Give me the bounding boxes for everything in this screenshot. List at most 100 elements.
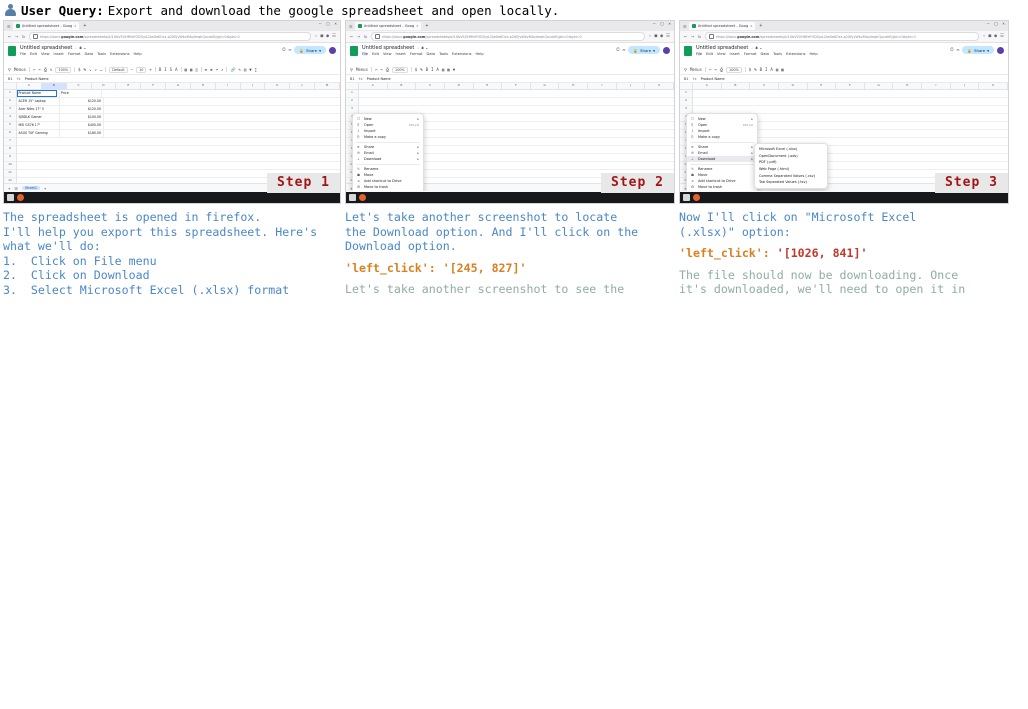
- clock-history-icon[interactable]: ⏱: [616, 47, 620, 53]
- cell-blank[interactable]: [693, 98, 1008, 105]
- redo-icon[interactable]: ↷: [38, 67, 40, 72]
- cell-blank[interactable]: [102, 90, 340, 97]
- row-header[interactable]: 2: [346, 98, 358, 106]
- cell[interactable]: $120.00: [60, 106, 104, 113]
- comment-icon[interactable]: ✉: [623, 48, 626, 53]
- avatar[interactable]: [663, 46, 670, 54]
- zoom-level[interactable]: 100%: [55, 66, 72, 73]
- tab-list-icon[interactable]: ☰: [349, 24, 353, 29]
- bookmark-icon[interactable]: ☆: [649, 34, 652, 39]
- menu-edit[interactable]: Edit: [372, 52, 379, 56]
- italic-icon[interactable]: I: [164, 67, 166, 72]
- cell[interactable]: Acer Nitro 17" 5: [17, 106, 60, 113]
- redo-icon[interactable]: ↷: [714, 67, 716, 72]
- menu-insert[interactable]: Insert: [396, 52, 406, 56]
- close-window-icon[interactable]: ×: [1002, 22, 1005, 27]
- minimize-icon[interactable]: –: [653, 22, 656, 27]
- file-menu-item-download[interactable]: ⇣ Download ▸: [353, 156, 423, 162]
- menu-tools[interactable]: Tools: [773, 52, 782, 56]
- decimal-decrease-icon[interactable]: ↘: [89, 67, 91, 72]
- reload-icon[interactable]: ↻: [698, 34, 701, 40]
- menu-view[interactable]: View: [717, 52, 726, 56]
- row-header[interactable]: 1: [346, 90, 358, 98]
- name-box[interactable]: B1: [8, 77, 12, 81]
- column-header-a[interactable]: A: [693, 83, 722, 89]
- firefox-icon[interactable]: [17, 194, 24, 201]
- document-title[interactable]: Untitled spreadsheet: [20, 45, 72, 51]
- all-sheets-icon[interactable]: ☰: [14, 186, 18, 191]
- zoom-level[interactable]: 100%: [726, 66, 742, 73]
- menu-icon[interactable]: ☰: [332, 34, 336, 39]
- row-header[interactable]: 1: [680, 90, 692, 98]
- bold-icon[interactable]: B: [760, 67, 762, 72]
- reload-icon[interactable]: ↻: [22, 34, 25, 40]
- firefox-icon[interactable]: [359, 194, 366, 201]
- column-header-g[interactable]: G: [865, 83, 894, 89]
- file-menu-item-move-to-trash[interactable]: ♻ Move to trash: [687, 184, 757, 190]
- column-header-c[interactable]: C: [750, 83, 779, 89]
- menu-view[interactable]: View: [41, 52, 50, 56]
- menu-insert[interactable]: Insert: [54, 52, 64, 56]
- new-tab-icon[interactable]: +: [83, 23, 86, 29]
- new-tab-icon[interactable]: +: [759, 23, 762, 29]
- name-box[interactable]: B1: [350, 77, 354, 81]
- row-header[interactable]: 4: [4, 114, 16, 122]
- menu-format[interactable]: Format: [744, 52, 757, 56]
- print-icon[interactable]: ⎙: [44, 67, 47, 72]
- maximize-icon[interactable]: □: [327, 22, 330, 27]
- file-menu-item-make-a-copy[interactable]: ⎘ Make a copy: [353, 134, 423, 140]
- column-header-c[interactable]: C: [416, 83, 445, 89]
- cell-blank[interactable]: [104, 130, 340, 137]
- sheet-tab[interactable]: Sheet1: [22, 186, 40, 190]
- download-option-html[interactable]: Web Page (.html): [755, 166, 827, 173]
- download-option-pdf[interactable]: PDF (.pdf): [755, 159, 827, 166]
- cell-blank[interactable]: [17, 154, 340, 161]
- menu-data[interactable]: Data: [427, 52, 436, 56]
- comment-icon[interactable]: ✉: [957, 48, 960, 53]
- row-header[interactable]: 7: [4, 138, 16, 146]
- column-header-e[interactable]: E: [474, 83, 503, 89]
- menus-label[interactable]: Menus: [690, 67, 702, 72]
- add-sheet-icon[interactable]: +: [8, 186, 10, 191]
- tab-list-icon[interactable]: ☰: [683, 24, 687, 29]
- column-header-g[interactable]: G: [166, 83, 191, 89]
- bold-icon[interactable]: B: [159, 67, 161, 72]
- cloud-saved-icon[interactable]: ☁: [760, 46, 762, 50]
- insert-comment-icon[interactable]: ✎: [238, 67, 240, 72]
- row-header[interactable]: 8: [4, 146, 16, 154]
- minimize-icon[interactable]: –: [319, 22, 322, 27]
- menu-edit[interactable]: Edit: [30, 52, 37, 56]
- account-icon[interactable]: ●: [326, 34, 329, 39]
- column-header-k[interactable]: K: [265, 83, 291, 89]
- borders-icon[interactable]: ▦: [190, 67, 192, 72]
- url-bar[interactable]: https://docs.google.com/spreadsheets/d/1…: [29, 32, 311, 41]
- menus-label[interactable]: Menus: [356, 67, 368, 72]
- menu-data[interactable]: Data: [85, 52, 94, 56]
- close-icon[interactable]: ×: [74, 24, 76, 28]
- avatar[interactable]: [329, 46, 336, 54]
- bold-icon[interactable]: B: [426, 67, 428, 72]
- row-header[interactable]: 2: [680, 98, 692, 106]
- cell-blank[interactable]: [104, 98, 340, 105]
- firefox-icon[interactable]: [693, 194, 700, 201]
- select-all-corner[interactable]: [680, 83, 693, 89]
- menu-edit[interactable]: Edit: [706, 52, 713, 56]
- maximize-icon[interactable]: □: [661, 22, 664, 27]
- menu-view[interactable]: View: [383, 52, 392, 56]
- strikethrough-icon[interactable]: S: [170, 67, 172, 72]
- document-title[interactable]: Untitled spreadsheet: [362, 45, 414, 51]
- download-option-csv[interactable]: Comma Separated Values (.csv): [755, 172, 827, 179]
- share-button[interactable]: 🔒 Share ▾: [962, 46, 994, 54]
- url-bar[interactable]: https://docs.google.com/spreadsheets/d/1…: [705, 32, 979, 41]
- menu-data[interactable]: Data: [761, 52, 770, 56]
- column-header-b[interactable]: B: [41, 83, 67, 89]
- fill-color-icon[interactable]: ▨: [442, 67, 444, 72]
- menu-tools[interactable]: Tools: [97, 52, 106, 56]
- extensions-icon[interactable]: ■: [321, 34, 324, 39]
- undo-icon[interactable]: ↶: [375, 67, 377, 72]
- app-icon[interactable]: [683, 194, 690, 201]
- reload-icon[interactable]: ↻: [364, 34, 367, 40]
- cell[interactable]: ASUS TUF Gaming: [17, 130, 60, 137]
- forward-icon[interactable]: →: [15, 34, 18, 40]
- url-bar[interactable]: https://docs.google.com/spreadsheets/d/1…: [371, 32, 645, 41]
